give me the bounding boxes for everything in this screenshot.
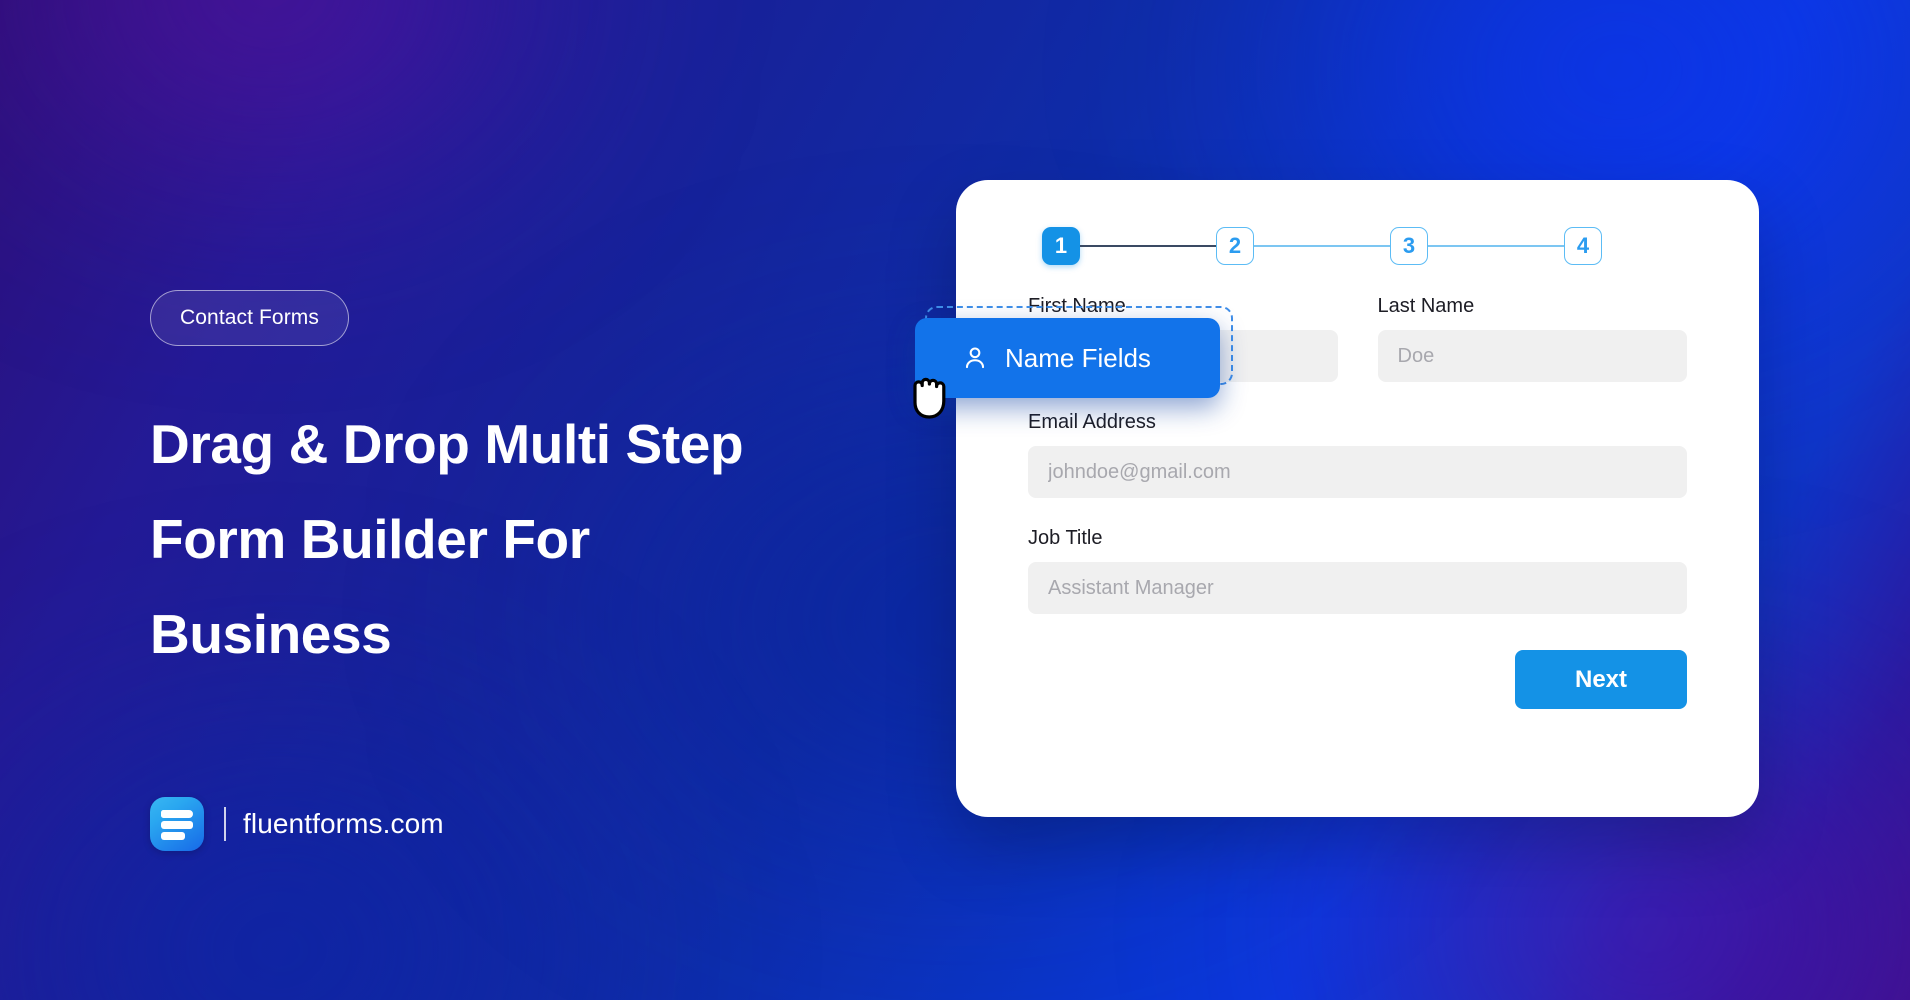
step-4[interactable]: 4 (1564, 227, 1602, 265)
form-preview-card: 1 2 3 4 First Name Last Name Email Addre… (956, 180, 1759, 817)
job-title-input[interactable] (1028, 562, 1687, 614)
form-actions: Next (1028, 650, 1687, 709)
page-title: Drag & Drop Multi Step Form Builder For … (150, 413, 744, 665)
step-connector-3-4 (1428, 245, 1564, 247)
logo-bar-middle (161, 821, 193, 829)
job-title-label: Job Title (1028, 527, 1103, 549)
step-connector-1-2 (1080, 245, 1216, 247)
name-fields-drag-chip[interactable]: Name Fields (915, 318, 1220, 398)
step-connector-2-3 (1254, 245, 1390, 247)
person-icon (965, 347, 985, 369)
fluentforms-logo-icon (150, 797, 204, 851)
step-3[interactable]: 3 (1390, 227, 1428, 265)
last-name-input[interactable] (1377, 330, 1687, 382)
grab-hand-cursor (913, 377, 946, 419)
logo-bar-bottom (161, 832, 185, 840)
background-glow-top-left (0, 0, 720, 300)
drag-chip-label: Name Fields (1005, 342, 1151, 373)
next-button[interactable]: Next (1515, 650, 1687, 709)
hero-text-column: Contact Forms Drag & Drop Multi Step For… (150, 290, 870, 682)
brand-lockup: fluentforms.com (150, 797, 444, 851)
step-1[interactable]: 1 (1042, 227, 1080, 265)
job-title-field-group: Job Title (1028, 526, 1687, 614)
last-name-label: Last Name (1377, 295, 1475, 317)
email-field-group: Email Address (1028, 410, 1687, 498)
email-label: Email Address (1028, 411, 1156, 433)
step-2[interactable]: 2 (1216, 227, 1254, 265)
contact-forms-badge[interactable]: Contact Forms (150, 290, 349, 346)
email-input[interactable] (1028, 446, 1687, 498)
step-indicator: 1 2 3 4 (1042, 227, 1602, 265)
last-name-field-group: Last Name (1377, 294, 1687, 382)
brand-divider (224, 807, 226, 841)
logo-bar-top (161, 810, 193, 818)
brand-site-label: fluentforms.com (243, 808, 444, 839)
